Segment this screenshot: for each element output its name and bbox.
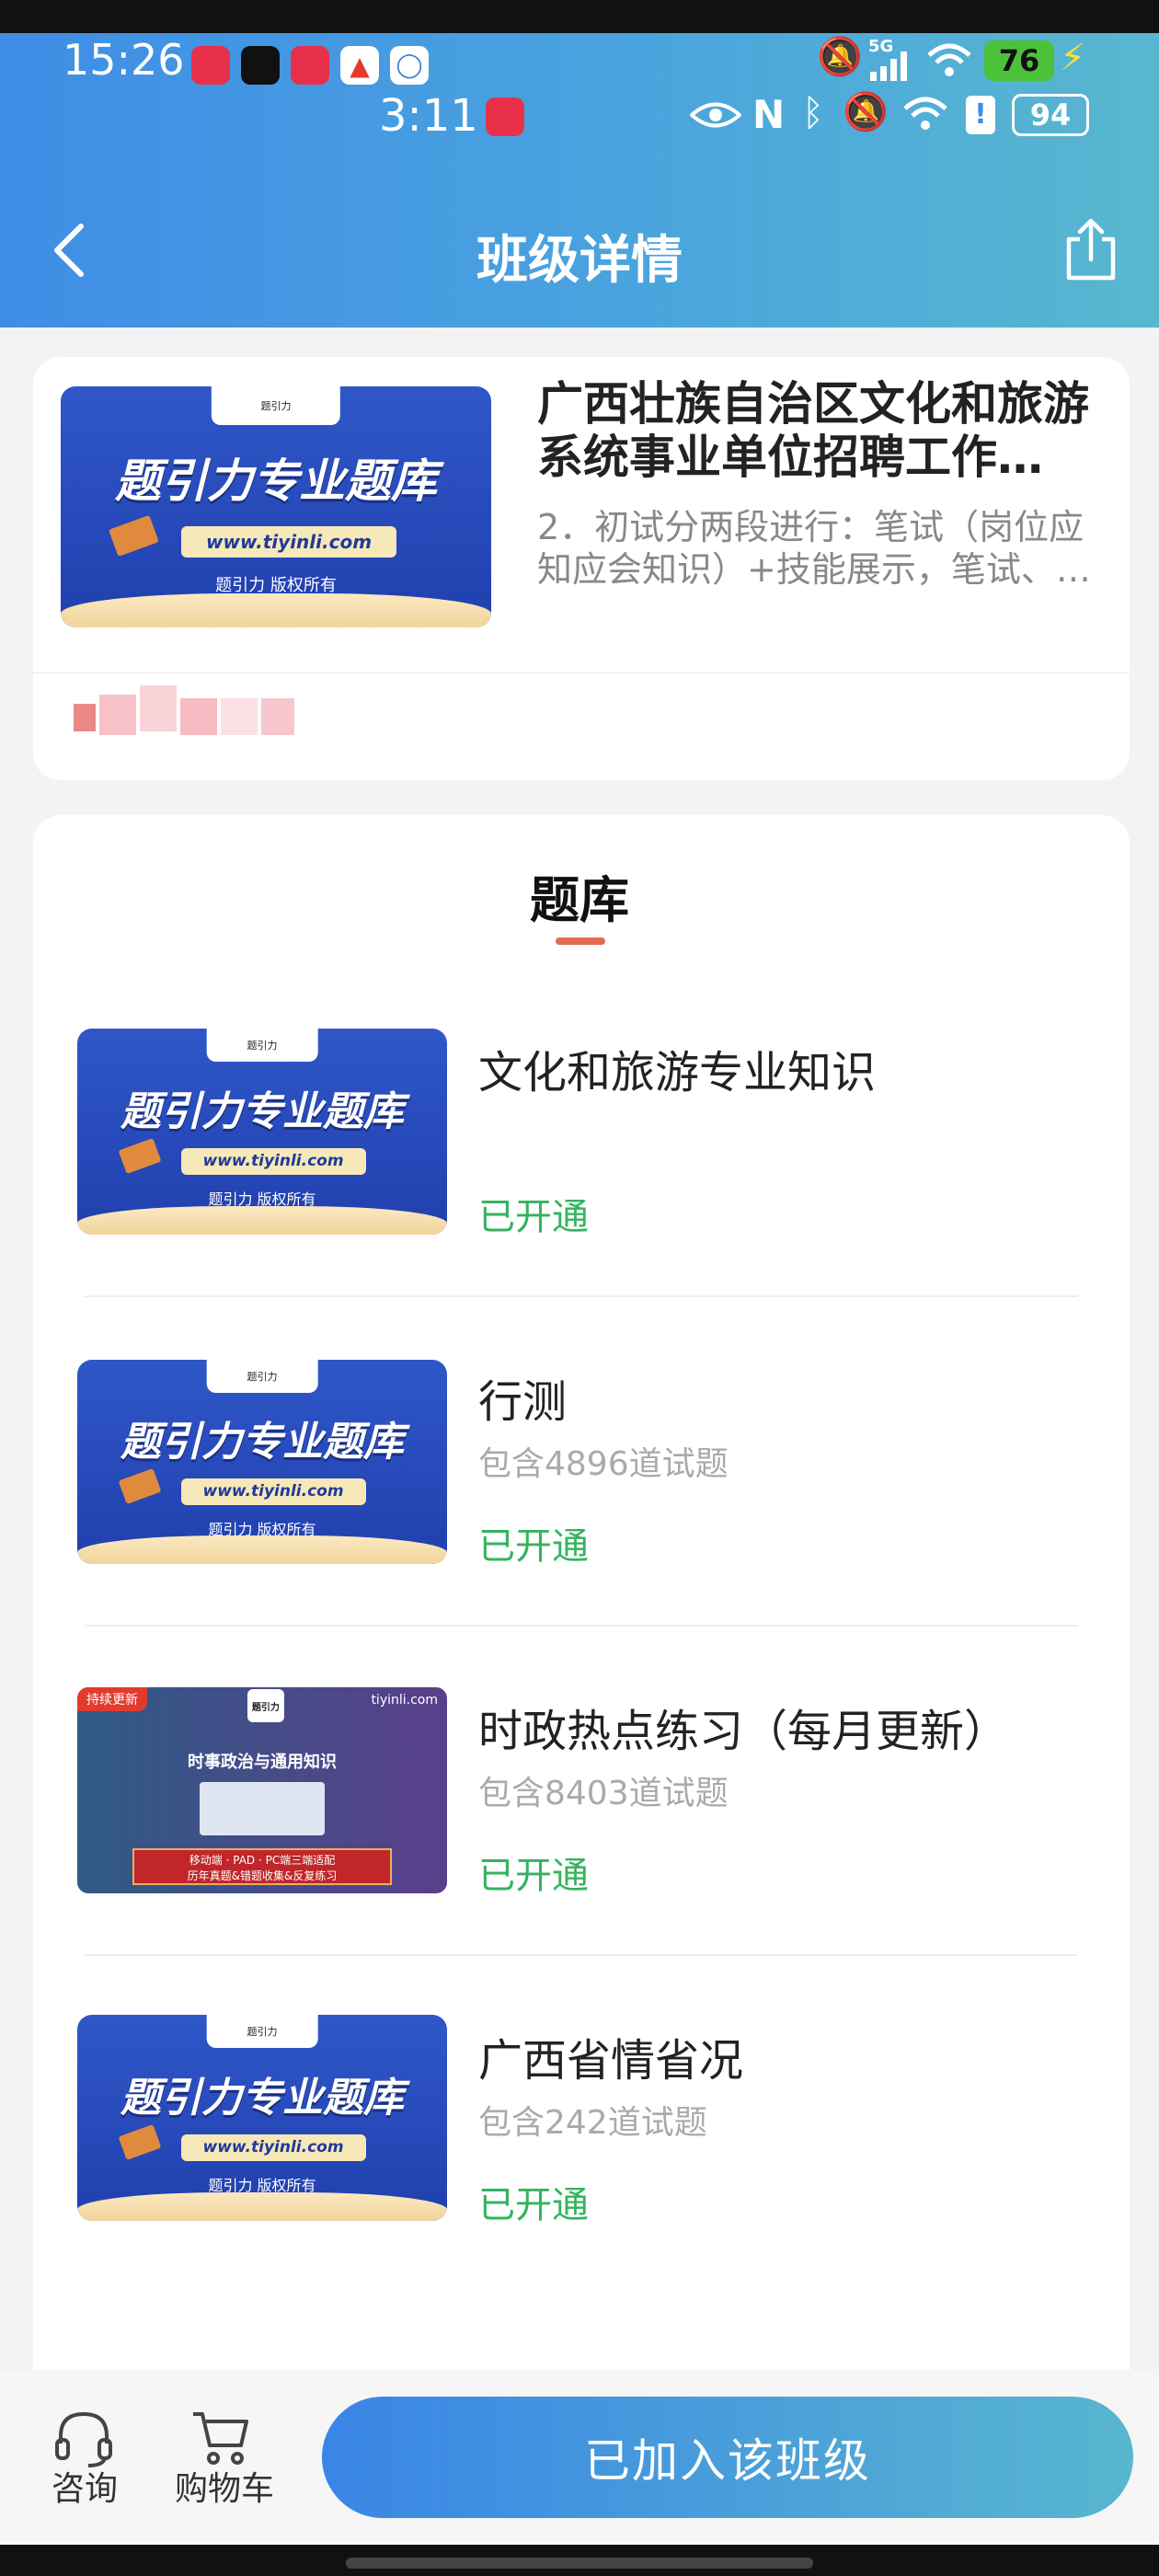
wifi-icon (927, 43, 971, 76)
wifi-icon-secondary (903, 97, 947, 130)
book-icon (109, 514, 159, 558)
cover-headline: 时事政治与通用知识 (188, 1753, 337, 1773)
status-bar-top (0, 0, 1159, 33)
cover-tab-label: 题引力 (211, 386, 341, 425)
card-divider (33, 672, 1130, 673)
bank-item-cover[interactable]: 题引力 题引力专业题库 www.tiyinli.com 题引力 版权所有 (77, 1360, 447, 1564)
bank-item-status: 已开通 (478, 1196, 589, 1238)
cover-banner: 移动端 · PAD · PC端三端适配 历年真题&错题收集&反复练习 (132, 1847, 392, 1886)
xiaohongshu-icon (291, 46, 329, 85)
book-icon (118, 2124, 162, 2161)
chat-icon: ◯ (390, 46, 429, 85)
cover-logo: 题引力 (247, 1689, 284, 1722)
cover-headline: 题引力专业题库 (120, 1419, 404, 1466)
cart-button[interactable]: 购物车 (162, 2462, 287, 2510)
cover-site: tiyinli.com (371, 1693, 438, 1708)
mute-icon: 🔕 (817, 36, 863, 78)
cover-headline: 题引力专业题库 (120, 1087, 404, 1135)
cover-wave (77, 1205, 447, 1235)
xiaohongshu-icon (191, 46, 230, 85)
cover-wave (77, 2191, 447, 2221)
cover-tab-label: 题引力 (206, 1360, 318, 1393)
class-title: 广西壮族自治区文化和旅游系统事业单位招聘工作… (537, 377, 1089, 484)
bank-item-status: 已开通 (478, 1855, 589, 1897)
headset-icon[interactable] (52, 2409, 116, 2467)
bank-item-title[interactable]: 文化和旅游专业知识 (478, 1036, 876, 1100)
cover-tab-label: 题引力 (206, 1029, 318, 1062)
bank-item-cover[interactable]: 题引力 题引力专业题库 www.tiyinli.com 题引力 版权所有 (77, 1029, 447, 1235)
cover-url: www.tiyinli.com (180, 2133, 366, 2162)
share-icon[interactable] (1063, 217, 1119, 282)
cover-tab-label: 题引力 (206, 2015, 318, 2048)
section-title: 题库 (530, 871, 629, 929)
status-time-primary: 15:26 (63, 35, 185, 85)
bluetooth-icon: ᛒ (802, 92, 824, 134)
cover-banner-line1: 移动端 · PAD · PC端三端适配 (189, 1853, 336, 1867)
class-cover-image: 题引力 题引力专业题库 www.tiyinli.com 题引力 版权所有 (61, 386, 491, 627)
list-divider (85, 1954, 1078, 1956)
app-icon: ▲ (340, 46, 379, 85)
list-divider (85, 1295, 1078, 1297)
bank-item-cover[interactable]: 持续更新 题引力 tiyinli.com 时事政治与通用知识 移动端 · PAD… (77, 1687, 447, 1893)
bank-item-status: 已开通 (478, 2184, 589, 2226)
list-divider (85, 1625, 1078, 1627)
bank-item-title[interactable]: 广西省情省况 (478, 2024, 743, 2088)
eye-icon (690, 102, 741, 128)
status-time-secondary: 3:11 (379, 90, 478, 142)
cover-banner-line2: 历年真题&错题收集&反复练习 (187, 1869, 338, 1882)
cover-headline: 题引力专业题库 (115, 454, 437, 508)
book-icon (118, 1468, 162, 1505)
xiaohongshu-icon (486, 98, 524, 136)
bank-item-cover[interactable]: 题引力 题引力专业题库 www.tiyinli.com 题引力 版权所有 (77, 2015, 447, 2221)
battery-indicator-secondary: 94 (1012, 94, 1089, 136)
bank-item-status: 已开通 (478, 1525, 589, 1568)
cover-wave (77, 1535, 447, 1564)
cover-rights: 题引力 版权所有 (215, 575, 337, 595)
battery-indicator: 76 (984, 40, 1054, 81)
alert-icon: ! (966, 96, 995, 134)
cover-url: www.tiyinli.com (181, 525, 397, 558)
section-underline (556, 937, 605, 945)
charging-icon: ⚡ (1060, 37, 1086, 79)
devices-illustration (199, 1782, 326, 1836)
page-title: 班级详情 (476, 231, 683, 291)
cover-url: www.tiyinli.com (180, 1478, 366, 1505)
bank-item-title[interactable]: 行测 (478, 1365, 567, 1430)
nfc-icon: N (752, 92, 786, 137)
price-blurred (74, 685, 294, 741)
douyin-icon (241, 46, 280, 85)
join-class-button[interactable]: 已加入该班级 (322, 2397, 1133, 2518)
book-icon (118, 1138, 162, 1175)
cover-url: www.tiyinli.com (180, 1147, 366, 1176)
cover-wave (61, 593, 491, 627)
consult-button[interactable]: 咨询 (37, 2462, 132, 2510)
bank-item-count: 包含242道试题 (478, 2104, 707, 2142)
class-description: 2．初试分两段进行：笔试（岗位应知应会知识）+技能展示，笔试、… (537, 507, 1091, 590)
cover-flag: 持续更新 (77, 1687, 147, 1711)
bank-item-count: 包含8403道试题 (478, 1775, 729, 1812)
mute-icon-secondary: 🔕 (843, 91, 889, 133)
bank-item-count: 包含4896道试题 (478, 1445, 729, 1483)
signal-icon (870, 52, 907, 81)
cover-headline: 题引力专业题库 (120, 2074, 404, 2122)
bank-item-title[interactable]: 时政热点练习（每月更新） (478, 1695, 1008, 1759)
home-indicator[interactable] (346, 2558, 813, 2569)
cart-icon[interactable] (189, 2409, 254, 2467)
